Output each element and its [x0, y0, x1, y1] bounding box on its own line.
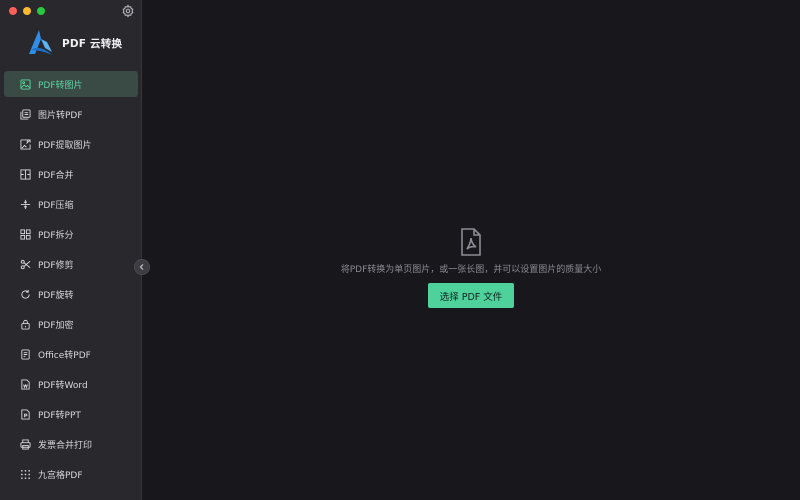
- sidebar-item-grid-pdf[interactable]: 九宫格PDF: [4, 461, 138, 487]
- minimize-window-button[interactable]: [23, 7, 31, 15]
- sidebar-item-label: PDF转图片: [38, 80, 83, 91]
- app-name: PDF 云转换: [62, 37, 123, 50]
- sidebar-item-encrypt[interactable]: PDF加密: [4, 311, 138, 337]
- split-icon: [20, 228, 31, 240]
- sidebar-menu: PDF转图片 图片转PDF PDF提取图片 PDF合并 PDF压缩 PDF拆分 …: [4, 71, 138, 491]
- sidebar-item-label: PDF拆分: [38, 230, 74, 241]
- chevron-left-icon: [139, 264, 144, 270]
- sidebar-item-label: PDF转PPT: [38, 410, 81, 421]
- office-icon: [21, 348, 30, 360]
- sidebar-item-pdf-to-ppt[interactable]: PDF转PPT: [4, 401, 138, 427]
- sidebar-item-label: PDF旋转: [38, 290, 74, 301]
- lock-icon: [21, 319, 30, 330]
- gear-icon[interactable]: [121, 4, 135, 18]
- main-content: 将PDF转换为单页图片，或一张长图，并可以设置图片的质量大小 选择 PDF 文件: [142, 0, 800, 500]
- sidebar-item-compress[interactable]: PDF压缩: [4, 191, 138, 217]
- compress-icon: [20, 199, 31, 209]
- sidebar-item-label: PDF加密: [38, 320, 74, 331]
- hint-text: 将PDF转换为单页图片，或一张长图，并可以设置图片的质量大小: [340, 265, 602, 275]
- brand: PDF 云转换: [26, 28, 122, 58]
- sidebar-item-label: 发票合并打印: [38, 440, 93, 451]
- sidebar-item-label: 九宫格PDF: [38, 470, 83, 481]
- empty-state: 将PDF转换为单页图片，或一张长图，并可以设置图片的质量大小 选择 PDF 文件: [142, 228, 800, 308]
- sidebar-item-merge[interactable]: PDF合并: [4, 161, 138, 187]
- sidebar-item-image-to-pdf[interactable]: 图片转PDF: [4, 101, 138, 127]
- sidebar-item-label: 图片转PDF: [38, 110, 83, 121]
- sidebar-item-label: PDF转Word: [38, 380, 88, 391]
- sidebar-item-pdf-to-image[interactable]: PDF转图片: [4, 71, 138, 97]
- sidebar-item-extract-image[interactable]: PDF提取图片: [4, 131, 138, 157]
- sidebar-item-invoice-print[interactable]: 发票合并打印: [4, 431, 138, 457]
- printer-icon: [20, 438, 31, 450]
- sidebar-item-trim[interactable]: PDF修剪: [4, 251, 138, 277]
- pdf-to-image-icon: [20, 78, 31, 90]
- scissors-icon: [20, 259, 31, 269]
- merge-icon: [20, 168, 31, 180]
- sidebar-item-label: PDF合并: [38, 170, 74, 181]
- sidebar-item-office-to-pdf[interactable]: Office转PDF: [4, 341, 138, 367]
- zoom-window-button[interactable]: [37, 7, 45, 15]
- sidebar-item-split[interactable]: PDF拆分: [4, 221, 138, 247]
- sidebar-item-label: PDF提取图片: [38, 140, 92, 151]
- ppt-document-icon: [21, 408, 30, 420]
- image-to-pdf-icon: [20, 108, 31, 120]
- sidebar-item-label: Office转PDF: [38, 350, 91, 361]
- sidebar-item-label: PDF压缩: [38, 200, 74, 211]
- word-document-icon: [21, 378, 30, 390]
- sidebar-collapse-button[interactable]: [134, 259, 150, 275]
- rotate-icon: [21, 289, 30, 299]
- app-window: PDF 云转换 PDF转图片 图片转PDF PDF提取图片 PDF合并 PDF压…: [0, 0, 800, 500]
- app-logo-icon: [29, 30, 52, 55]
- choose-pdf-button[interactable]: 选择 PDF 文件: [427, 283, 515, 308]
- grid-icon: [21, 469, 30, 479]
- window-controls: [9, 7, 45, 15]
- pdf-file-icon: [461, 228, 481, 256]
- sidebar-item-rotate[interactable]: PDF旋转: [4, 281, 138, 307]
- sidebar: PDF 云转换 PDF转图片 图片转PDF PDF提取图片 PDF合并 PDF压…: [0, 0, 142, 500]
- close-window-button[interactable]: [9, 7, 17, 15]
- sidebar-item-pdf-to-word[interactable]: PDF转Word: [4, 371, 138, 397]
- sidebar-item-label: PDF修剪: [38, 260, 74, 271]
- extract-image-icon: [20, 138, 31, 150]
